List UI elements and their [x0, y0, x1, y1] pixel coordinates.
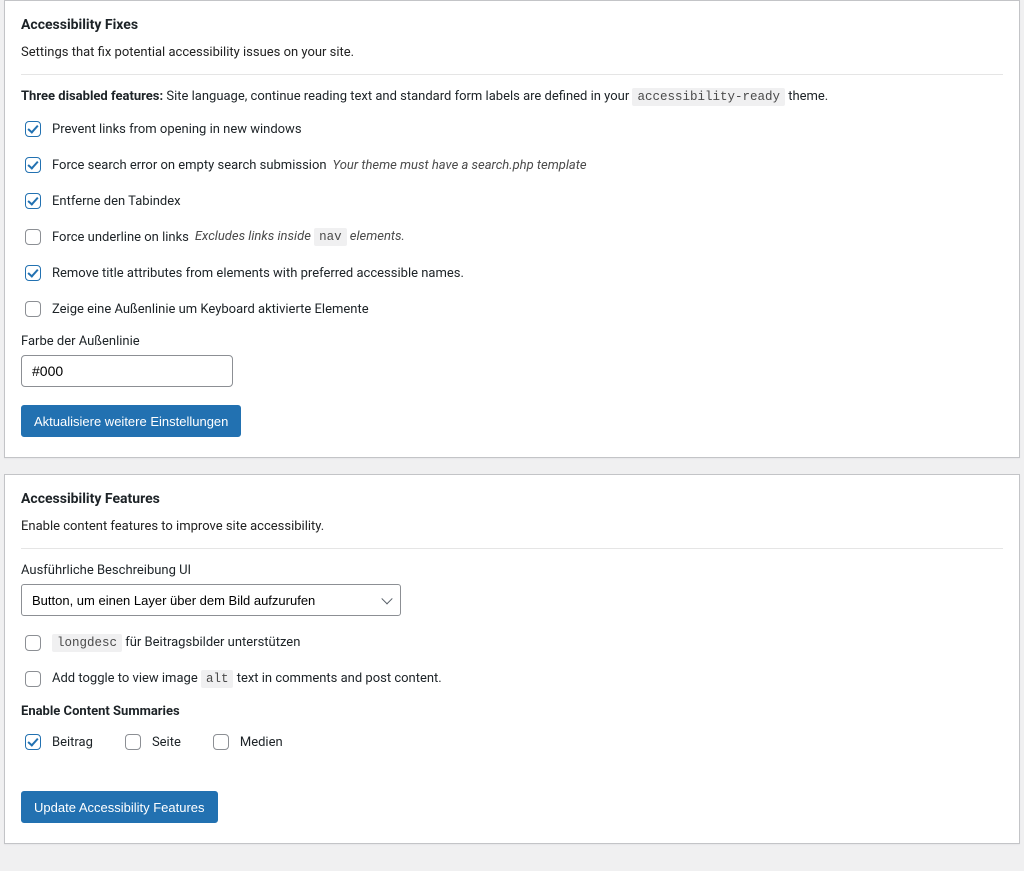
- force-search-error-note: Your theme must have a search.php templa…: [333, 158, 587, 173]
- divider: [21, 548, 1003, 549]
- remove-title-attrs-label[interactable]: Remove title attributes from elements wi…: [21, 262, 464, 284]
- option-force-search-error: Force search error on empty search submi…: [21, 154, 1003, 176]
- prevent-new-windows-text: Prevent links from opening in new window…: [52, 122, 302, 137]
- remove-tabindex-checkbox[interactable]: [25, 193, 41, 209]
- force-underline-note-after: elements.: [347, 230, 405, 245]
- option-prevent-new-windows: Prevent links from opening in new window…: [21, 118, 1003, 140]
- disabled-features-text-before: Site language, continue reading text and…: [166, 89, 632, 104]
- longdesc-ui-select[interactable]: Button, um einen Layer über dem Bild auf…: [21, 584, 401, 616]
- summary-page-label[interactable]: Seite: [121, 731, 181, 753]
- remove-title-attrs-checkbox[interactable]: [25, 265, 41, 281]
- disabled-features-lead: Three disabled features:: [21, 89, 166, 104]
- summary-page-text: Seite: [152, 735, 181, 750]
- outline-color-label: Farbe der Außenlinie: [21, 334, 1003, 349]
- longdesc-ui-label: Ausführliche Beschreibung UI: [21, 563, 1003, 578]
- force-underline-note-before: Excludes links inside: [195, 230, 314, 245]
- option-remove-tabindex: Entferne den Tabindex: [21, 190, 1003, 212]
- panel-description: Settings that fix potential accessibilit…: [21, 45, 1003, 60]
- summary-page-checkbox[interactable]: [125, 734, 141, 750]
- show-outline-text: Zeige eine Außenlinie um Keyboard aktivi…: [52, 302, 369, 317]
- option-alt-toggle: Add toggle to view image alt text in com…: [21, 668, 1003, 690]
- update-features-button[interactable]: Update Accessibility Features: [21, 791, 218, 823]
- panel-heading: Accessibility Fixes: [21, 17, 1003, 33]
- option-force-underline: Force underline on links Excludes links …: [21, 226, 1003, 248]
- outline-color-input[interactable]: [21, 355, 233, 387]
- force-search-error-text: Force search error on empty search submi…: [52, 158, 327, 173]
- alt-toggle-checkbox[interactable]: [25, 671, 41, 687]
- panel-heading: Accessibility Features: [21, 491, 1003, 507]
- option-longdesc-support: longdesc für Beitragsbilder unterstützen: [21, 632, 1003, 654]
- panel-description: Enable content features to improve site …: [21, 519, 1003, 534]
- show-outline-checkbox[interactable]: [25, 301, 41, 317]
- prevent-new-windows-label[interactable]: Prevent links from opening in new window…: [21, 118, 302, 140]
- force-underline-note-code: nav: [314, 228, 347, 246]
- alt-toggle-text-before: Add toggle to view image: [52, 672, 201, 687]
- force-underline-label[interactable]: Force underline on links: [21, 226, 189, 248]
- alt-toggle-label[interactable]: Add toggle to view image alt text in com…: [21, 668, 442, 690]
- summary-post-text: Beitrag: [52, 735, 93, 750]
- remove-title-attrs-text: Remove title attributes from elements wi…: [52, 266, 464, 281]
- update-fixes-button[interactable]: Aktualisiere weitere Einstellungen: [21, 405, 241, 437]
- summary-media-text: Medien: [240, 735, 283, 750]
- longdesc-support-checkbox[interactable]: [25, 635, 41, 651]
- alt-toggle-text-after: text in comments and post content.: [233, 672, 441, 687]
- force-search-error-checkbox[interactable]: [25, 157, 41, 173]
- accessibility-features-panel: Accessibility Features Enable content fe…: [4, 474, 1020, 844]
- accessibility-fixes-panel: Accessibility Fixes Settings that fix po…: [4, 0, 1020, 458]
- remove-tabindex-text: Entferne den Tabindex: [52, 194, 181, 209]
- summary-media-label[interactable]: Medien: [209, 731, 283, 753]
- show-outline-label[interactable]: Zeige eine Außenlinie um Keyboard aktivi…: [21, 298, 369, 320]
- force-underline-note: Excludes links inside nav elements.: [195, 229, 405, 244]
- force-underline-text: Force underline on links: [52, 230, 189, 245]
- remove-tabindex-label[interactable]: Entferne den Tabindex: [21, 190, 181, 212]
- prevent-new-windows-checkbox[interactable]: [25, 121, 41, 137]
- summary-post-checkbox[interactable]: [25, 734, 41, 750]
- summary-post-label[interactable]: Beitrag: [21, 731, 93, 753]
- option-show-outline: Zeige eine Außenlinie um Keyboard aktivi…: [21, 298, 1003, 320]
- disabled-features-code: accessibility-ready: [632, 88, 785, 106]
- longdesc-ui-select-wrap: Button, um einen Layer über dem Bild auf…: [21, 584, 401, 616]
- alt-toggle-code: alt: [201, 670, 234, 688]
- summary-media-checkbox[interactable]: [213, 734, 229, 750]
- settings-page: Accessibility Fixes Settings that fix po…: [0, 0, 1024, 870]
- force-underline-checkbox[interactable]: [25, 229, 41, 245]
- longdesc-support-text-after: für Beitragsbilder unterstützen: [122, 636, 300, 651]
- content-summaries-heading: Enable Content Summaries: [21, 704, 1003, 719]
- longdesc-support-code: longdesc: [52, 634, 122, 652]
- content-summaries-group: Beitrag Seite Medien: [21, 731, 1003, 753]
- disabled-features-text-after: theme.: [785, 89, 828, 104]
- option-remove-title-attrs: Remove title attributes from elements wi…: [21, 262, 1003, 284]
- force-search-error-label[interactable]: Force search error on empty search submi…: [21, 154, 327, 176]
- longdesc-support-label[interactable]: longdesc für Beitragsbilder unterstützen: [21, 632, 300, 654]
- disabled-features-note: Three disabled features: Site language, …: [21, 89, 1003, 104]
- divider: [21, 74, 1003, 75]
